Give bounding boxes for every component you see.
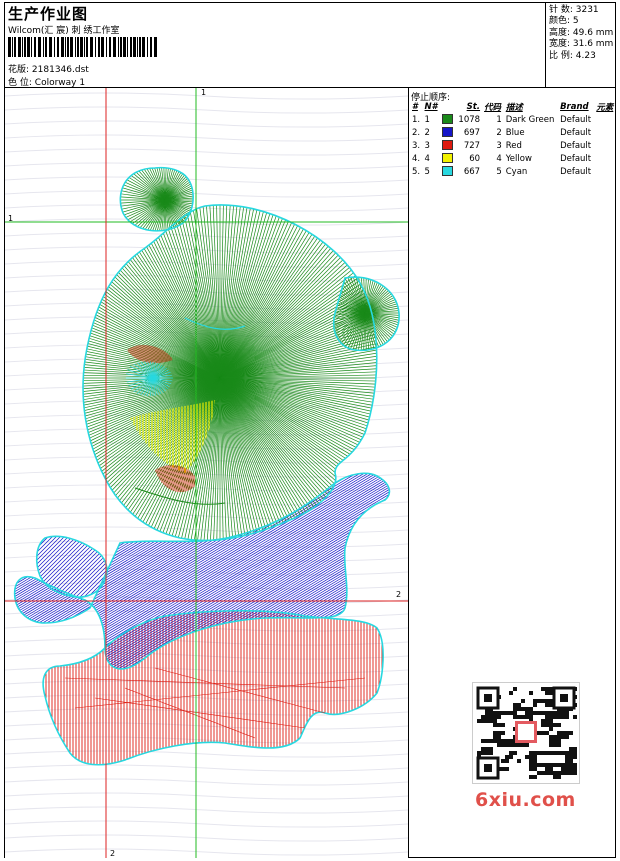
design-scale: 比 例: 4.23 xyxy=(549,50,596,61)
stop-index: 3. xyxy=(412,140,421,151)
color-swatch-box xyxy=(442,166,454,177)
stop-brand: Default xyxy=(560,114,592,125)
colorway-value: Colorway 1 xyxy=(34,78,86,88)
color-swatch xyxy=(440,139,455,152)
stop-element xyxy=(594,139,616,152)
color-swatch-box xyxy=(442,153,454,164)
colorway-label: 色 位: xyxy=(8,78,32,88)
page-title: 生产作业图 xyxy=(8,5,89,23)
stop-table-header: # N# St. 代码 描述 Brand 元素 xyxy=(410,100,616,113)
guide-label-bottom: 2 xyxy=(110,849,116,858)
stop-stitches: 1078 xyxy=(458,114,481,125)
embroidery-artwork xyxy=(5,88,408,858)
stop-needle: 5 xyxy=(424,166,430,177)
color-swatch-box xyxy=(442,140,454,151)
design-height: 高度: 49.6 mm xyxy=(549,27,614,38)
stop-index: 4. xyxy=(412,153,421,164)
stop-brand: Default xyxy=(560,153,592,164)
design-info: 花版: 2181346.dst xyxy=(8,62,89,75)
col-brand: Brand xyxy=(560,101,589,112)
stop-needle: 1 xyxy=(424,114,430,125)
company-name: Wilcom(汇 宸) 刺 绣工作室 xyxy=(8,26,120,36)
stop-row: 2. 2 697 2 Blue Default xyxy=(410,126,616,139)
stop-row: 3. 3 727 3 Red Default xyxy=(410,139,616,152)
stop-row: 5. 5 667 5 Cyan Default xyxy=(410,165,616,178)
stop-description: Red xyxy=(505,140,522,151)
stop-element xyxy=(594,152,616,165)
stop-needle: 2 xyxy=(424,127,430,138)
stop-index: 2. xyxy=(412,127,421,138)
guide-label-left: 1 xyxy=(8,214,14,223)
stop-brand: Default xyxy=(560,127,592,138)
stop-needle: 3 xyxy=(424,140,430,151)
canvas-divider xyxy=(408,87,409,858)
stop-stitches: 697 xyxy=(463,127,481,138)
stop-row: 1. 1 1078 1 Dark Green Default xyxy=(410,113,616,126)
stop-description: Dark Green xyxy=(505,114,555,125)
col-element: 元素 xyxy=(596,102,614,113)
stop-description: Yellow xyxy=(505,153,532,164)
stop-description: Cyan xyxy=(505,166,528,177)
guide-label-right: 2 xyxy=(396,590,402,599)
stop-brand: Default xyxy=(560,140,592,151)
stop-code: 2 xyxy=(496,127,502,138)
watermark-logo: 6xiu.com xyxy=(475,789,576,811)
barcode xyxy=(8,37,157,57)
stop-sequence-table: # N# St. 代码 描述 Brand 元素 1. 1 1078 1 Dark Gre… xyxy=(410,100,616,178)
color-count: 颜色: 5 xyxy=(549,16,579,27)
col-code: 代码 xyxy=(484,102,502,113)
design-filename: 2181346.dst xyxy=(31,65,89,75)
stop-element xyxy=(594,113,616,126)
stop-needle: 4 xyxy=(424,153,430,164)
specs-divider xyxy=(545,2,546,87)
colorway-info: 色 位: Colorway 1 xyxy=(8,75,85,88)
col-needle: N# xyxy=(424,101,438,112)
stop-index: 1. xyxy=(412,114,421,125)
stop-element xyxy=(594,165,616,178)
guide-label-top: 1 xyxy=(201,88,207,97)
stop-stitches: 60 xyxy=(469,153,481,164)
stop-description: Blue xyxy=(505,127,525,138)
stop-code: 5 xyxy=(496,166,502,177)
stop-index: 5. xyxy=(412,166,421,177)
design-label: 花版: xyxy=(8,65,30,75)
stop-code: 4 xyxy=(496,153,502,164)
color-swatch xyxy=(440,165,455,178)
color-swatch xyxy=(440,126,455,139)
color-swatch xyxy=(440,152,455,165)
stop-element xyxy=(594,126,616,139)
stop-brand: Default xyxy=(560,166,592,177)
stop-stitches: 667 xyxy=(463,166,481,177)
stop-row: 4. 4 60 4 Yellow Default xyxy=(410,152,616,165)
col-description: 描述 xyxy=(505,102,523,113)
color-swatch xyxy=(440,113,455,126)
stop-stitches: 727 xyxy=(463,140,481,151)
color-swatch-box xyxy=(442,114,454,125)
design-width: 宽度: 31.6 mm xyxy=(549,39,614,50)
color-swatch-box xyxy=(442,127,454,138)
stop-code: 1 xyxy=(496,114,502,125)
qr-code xyxy=(472,682,580,784)
col-index: # xyxy=(412,101,418,112)
embroidery-preview xyxy=(5,88,408,858)
stop-code: 3 xyxy=(496,140,502,151)
col-stitches: St. xyxy=(466,101,481,112)
specs-panel: 针 数: 3231 颜色: 5 高度: 49.6 mm 宽度: 31.6 mm … xyxy=(549,5,613,62)
stitch-count: 针 数: 3231 xyxy=(549,5,599,15)
